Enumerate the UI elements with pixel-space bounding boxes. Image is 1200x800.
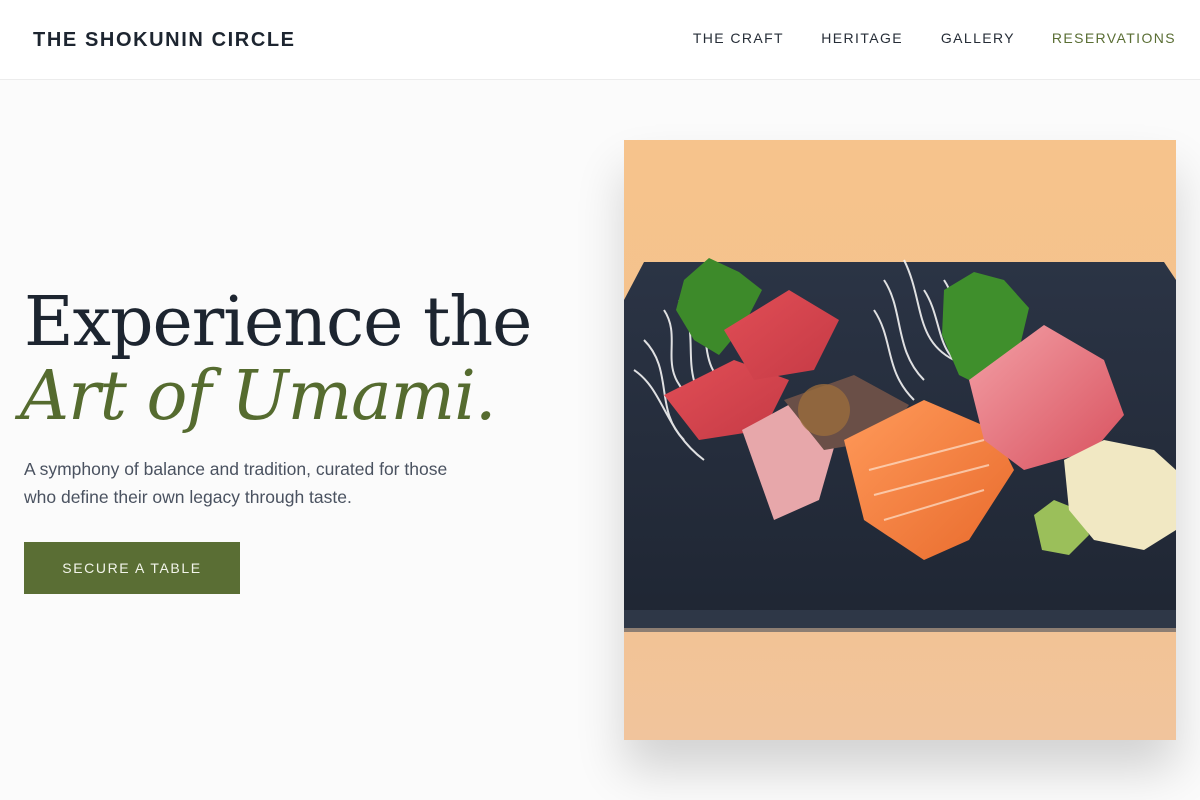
site-header: THE SHOKUNIN CIRCLE THE CRAFT HERITAGE G… bbox=[0, 0, 1200, 80]
hero-heading-line2: Art of Umami. bbox=[20, 357, 496, 436]
sashimi-photo bbox=[624, 140, 1176, 740]
nav-link-the-craft[interactable]: THE CRAFT bbox=[693, 30, 784, 46]
nav-link-reservations[interactable]: RESERVATIONS bbox=[1052, 30, 1176, 46]
nav-link-gallery[interactable]: GALLERY bbox=[941, 30, 1015, 46]
nav-link-heritage[interactable]: HERITAGE bbox=[821, 30, 903, 46]
secure-table-button[interactable]: SECURE A TABLE bbox=[24, 542, 240, 594]
hero-subtitle: A symphony of balance and tradition, cur… bbox=[24, 459, 448, 507]
hero-heading-line1: Experience the bbox=[24, 283, 532, 362]
brand-logo-text[interactable]: THE SHOKUNIN CIRCLE bbox=[33, 29, 296, 52]
hero-heading: Experience the Art of Umami. bbox=[20, 283, 532, 434]
